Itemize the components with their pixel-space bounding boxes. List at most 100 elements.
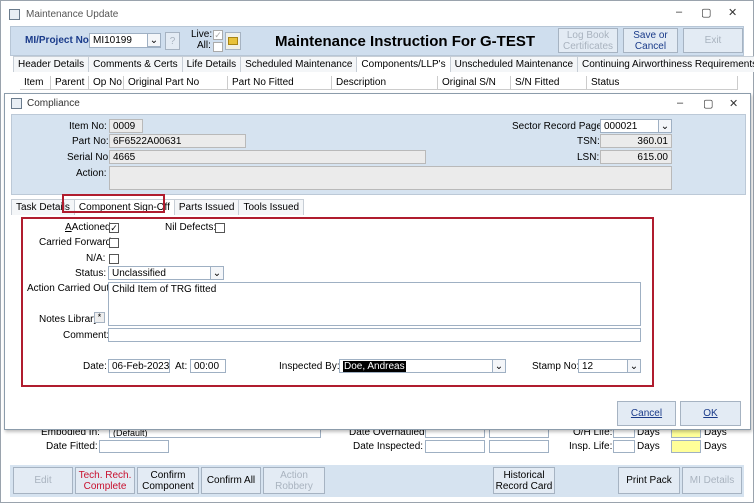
mi-details-button[interactable]: MI Details (682, 467, 742, 494)
all-label: All: (197, 40, 211, 51)
time-field[interactable]: 00:00 (190, 359, 226, 373)
stamp-no-value: 12 (582, 361, 594, 372)
status-select[interactable]: Unclassified ⌄ (108, 266, 224, 280)
na-checkbox[interactable] (109, 254, 119, 264)
item-no-label: Item No: (69, 121, 107, 132)
date-inspected-extra-field[interactable] (489, 440, 549, 453)
carried-forward-checkbox[interactable] (109, 238, 119, 248)
ok-button[interactable]: OK (680, 401, 741, 426)
action-field (109, 166, 672, 190)
action-carried-out-label: Action Carried Out: (27, 283, 113, 294)
item-no-field: 0009 (109, 119, 143, 133)
confirm-component-button[interactable]: Confirm Component (137, 467, 199, 494)
chevron-down-icon[interactable]: ⌄ (492, 360, 505, 372)
insp-life-field[interactable] (613, 440, 635, 453)
dialog-icon (11, 97, 22, 109)
live-checkbox[interactable]: ✓ (213, 30, 223, 40)
window-title: Maintenance Update (26, 8, 119, 20)
col-item[interactable]: Item (20, 76, 51, 89)
nil-defects-checkbox[interactable] (215, 223, 225, 233)
insp-life-days: Days (637, 441, 660, 452)
col-original-part-no[interactable]: Original Part No (124, 76, 228, 89)
col-op-no[interactable]: Op No (89, 76, 124, 89)
chevron-down-icon[interactable]: ⌄ (658, 120, 671, 132)
dialog-minimize-icon[interactable]: – (677, 97, 683, 109)
close-icon[interactable]: ✕ (728, 6, 737, 19)
serial-no-field: 4665 (109, 150, 426, 164)
tab-parts-issued[interactable]: Parts Issued (173, 199, 240, 215)
maximize-icon[interactable]: ▢ (701, 6, 711, 19)
inspected-by-value: Doe, Andreas (343, 361, 406, 372)
col-part-no-fitted[interactable]: Part No Fitted (228, 76, 332, 89)
tab-continuing-airworthiness[interactable]: Continuing Airworthiness Requirements (577, 56, 754, 72)
comment-label: Comment: (63, 330, 110, 341)
action-robbery-button[interactable]: Action Robbery (263, 467, 325, 494)
log-book-button[interactable]: Log Book Certificates (558, 28, 618, 53)
sector-record-combo[interactable]: 000021 ⌄ (600, 119, 672, 133)
chevron-down-icon[interactable]: ⌄ (210, 267, 223, 279)
chevron-down-icon[interactable]: ⌄ (627, 360, 640, 372)
col-original-sn[interactable]: Original S/N (438, 76, 511, 89)
status-value: Unclassified (112, 268, 166, 279)
historical-record-card-button[interactable]: Historical Record Card (493, 467, 555, 494)
lsn-label: LSN: (577, 152, 600, 163)
col-description[interactable]: Description (332, 76, 438, 89)
date-fitted-field[interactable] (99, 440, 169, 453)
exit-button[interactable]: Exit (683, 28, 743, 53)
footer-toolbar: Edit Tech. Rech. Complete Confirm Compon… (10, 465, 744, 497)
dialog-details-panel: Item No: 0009 Part No: 6F6522A00631 Seri… (11, 114, 746, 195)
date-inspected-label: Date Inspected: (353, 441, 424, 452)
dialog-close-icon[interactable]: ✕ (729, 97, 738, 110)
at-label: At: (175, 361, 188, 372)
inspected-by-label: Inspected By: (279, 361, 340, 372)
stamp-no-label: Stamp No: (532, 361, 580, 372)
print-pack-button[interactable]: Print Pack (618, 467, 680, 494)
notes-library-button[interactable]: * (94, 312, 105, 323)
sector-record-value: 000021 (604, 121, 638, 132)
header-panel: MI/Project No: MI10199 ⌄ ? Live: ✓ All: … (10, 26, 744, 56)
tab-unscheduled-maintenance[interactable]: Unscheduled Maintenance (449, 56, 579, 72)
project-combo[interactable]: MI10199 ⌄ (89, 33, 161, 48)
folder-icon[interactable] (225, 32, 241, 50)
window-titlebar: Maintenance Update (1, 1, 753, 27)
col-parent[interactable]: Parent (51, 76, 89, 89)
stamp-no-select[interactable]: 12 ⌄ (578, 359, 641, 373)
action-label: Action: (76, 168, 107, 179)
save-cancel-button[interactable]: Save or Cancel (623, 28, 678, 53)
tab-scheduled-maintenance[interactable]: Scheduled Maintenance (240, 56, 358, 72)
action-carried-out-field[interactable]: Child Item of TRG fitted (108, 282, 641, 326)
tab-header-details[interactable]: Header Details (13, 56, 90, 72)
col-sn-fitted[interactable]: S/N Fitted (511, 76, 587, 89)
actioned-checkbox[interactable]: ✓ (109, 223, 119, 233)
confirm-all-button[interactable]: Confirm All (201, 467, 261, 494)
part-no-label: Part No: (72, 136, 109, 147)
project-value: MI10199 (93, 35, 132, 46)
components-table-header: Item Parent Op No Original Part No Part … (20, 76, 738, 90)
dialog-titlebar: Compliance (5, 94, 750, 112)
dialog-maximize-icon[interactable]: ▢ (703, 97, 713, 110)
insp-life-days-2: Days (704, 441, 727, 452)
help-button[interactable]: ? (165, 32, 180, 50)
tab-comments-certs[interactable]: Comments & Certs (88, 56, 183, 72)
na-label: N/A: (86, 253, 106, 264)
page-title: Maintenance Instruction For G-TEST (275, 33, 536, 50)
tech-rech-complete-button[interactable]: Tech. Rech. Complete (75, 467, 135, 494)
tab-tools-issued[interactable]: Tools Issued (238, 199, 305, 215)
insp-life-yellow-field[interactable] (671, 440, 701, 453)
actioned-label: AActioned: (65, 222, 114, 233)
all-checkbox[interactable] (213, 42, 223, 52)
inspected-by-select[interactable]: Doe, Andreas ⌄ (339, 359, 506, 373)
date-inspected-field[interactable] (425, 440, 485, 453)
comment-field[interactable] (108, 328, 641, 342)
date-label: Date: (83, 361, 107, 372)
minimize-icon[interactable]: – (676, 6, 682, 18)
date-field[interactable]: 06-Feb-2023 (108, 359, 170, 373)
edit-button[interactable]: Edit (13, 467, 73, 494)
tab-components-llps[interactable]: Components/LLP's (356, 56, 451, 72)
tab-life-details[interactable]: Life Details (181, 56, 242, 72)
signoff-highlight: AActioned: ✓ Nil Defects: Carried Forwar… (21, 217, 654, 387)
chevron-down-icon[interactable]: ⌄ (147, 34, 160, 47)
tsn-field: 360.01 (600, 134, 672, 148)
cancel-button[interactable]: Cancel (617, 401, 676, 426)
col-status[interactable]: Status (587, 76, 738, 89)
